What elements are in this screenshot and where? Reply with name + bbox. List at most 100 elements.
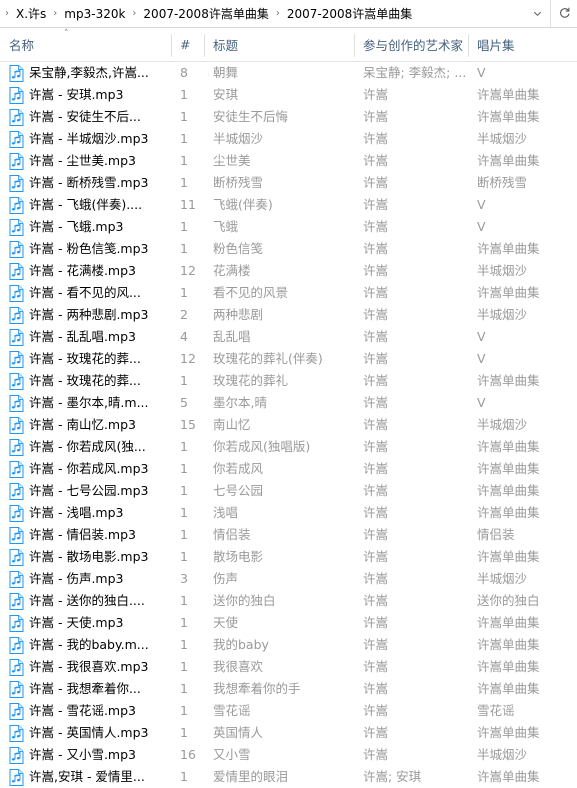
file-row[interactable]: 许嵩 - 情侣装.mp3 1 情侣装 许嵩 情侣装 [0,524,577,546]
file-row[interactable]: 许嵩 - 断桥残雪.mp3 1 断桥残雪 许嵩 断桥残雪 [0,172,577,194]
file-title-cell: 飞蛾 [204,216,354,238]
file-name-cell[interactable]: 许嵩 - 散场电影.mp3 [0,546,171,568]
file-name-label: 许嵩 - 飞蛾(伴奏).... [29,197,143,212]
breadcrumb-item-0[interactable]: X.许s [12,4,50,24]
file-name-cell[interactable]: 许嵩 - 你若成风.mp3 [0,458,171,480]
file-name-cell[interactable]: 许嵩 - 又小雪.mp3 [0,744,171,766]
column-header-track[interactable]: # [171,28,204,61]
file-row[interactable]: 许嵩 - 南山忆.mp3 15 南山忆 许嵩 半城烟沙 [0,414,577,436]
file-name-cell[interactable]: 许嵩 - 安琪.mp3 [0,84,171,106]
file-name-cell[interactable]: 许嵩 - 情侣装.mp3 [0,524,171,546]
file-title-label: 粉色信笺 [213,241,264,256]
file-row[interactable]: 许嵩 - 墨尔本,晴.m... 5 墨尔本,晴 许嵩 V [0,392,577,414]
file-row[interactable]: 许嵩 - 又小雪.mp3 16 又小雪 许嵩 半城烟沙 [0,744,577,766]
file-row[interactable]: 许嵩 - 粉色信笺.mp3 1 粉色信笺 许嵩 许嵩单曲集 [0,238,577,260]
file-row[interactable]: 许嵩 - 安徒生不后... 1 安徒生不后悔 许嵩 许嵩单曲集 [0,106,577,128]
file-row[interactable]: 许嵩 - 散场电影.mp3 1 散场电影 许嵩 许嵩单曲集 [0,546,577,568]
file-row[interactable]: 许嵩 - 飞蛾(伴奏).... 11 飞蛾(伴奏) 许嵩 V [0,194,577,216]
address-bar[interactable]: › X.许s › mp3-320k › 2007-2008许嵩单曲集 › 200… [0,0,577,28]
file-name-cell[interactable]: 许嵩 - 我很喜欢.mp3 [0,656,171,678]
file-name-cell[interactable]: 许嵩 - 安徒生不后... [0,106,171,128]
file-name-cell[interactable]: 许嵩 - 半城烟沙.mp3 [0,128,171,150]
file-name-label: 许嵩 - 浅唱.mp3 [29,505,124,520]
file-name-cell[interactable]: 许嵩 - 墨尔本,晴.m... [0,392,171,414]
file-list[interactable]: 呆宝静,李毅杰,许嵩... 8 朝舞 呆宝静; 李毅杰; ... V 许嵩 - 安琪.mp… [0,62,577,788]
file-track-cell: 5 [171,392,204,414]
file-name-cell[interactable]: 许嵩 - 玫瑰花的葬... [0,348,171,370]
file-track-cell: 1 [171,656,204,678]
file-name-cell[interactable]: 许嵩 - 雪花谣.mp3 [0,700,171,722]
file-row[interactable]: 许嵩 - 玫瑰花的葬... 12 玫瑰花的葬礼(伴奏) 许嵩 V [0,348,577,370]
file-name-label: 许嵩 - 半城烟沙.mp3 [29,131,149,146]
refresh-button[interactable] [550,0,577,27]
file-name-cell[interactable]: 许嵩 - 花满楼.mp3 [0,260,171,282]
file-artist-label: 许嵩 [363,681,389,696]
file-row[interactable]: 许嵩 - 伤声.mp3 3 伤声 许嵩 半城烟沙 [0,568,577,590]
file-name-cell[interactable]: 许嵩 - 你若成风(独... [0,436,171,458]
file-name-cell[interactable]: 许嵩 - 浅唱.mp3 [0,502,171,524]
file-name-cell[interactable]: 许嵩 - 玫瑰花的葬... [0,370,171,392]
file-name-label: 许嵩 - 天使.mp3 [29,615,124,630]
breadcrumb-item-2[interactable]: 2007-2008许嵩单曲集 [139,4,272,24]
file-album-label: 许嵩单曲集 [477,109,540,124]
mp3-file-icon [9,328,24,346]
file-album-cell: V [468,194,577,216]
file-name-cell[interactable]: 许嵩 - 我想牽着你... [0,678,171,700]
file-row[interactable]: 许嵩 - 飞蛾.mp3 1 飞蛾 许嵩 V [0,216,577,238]
column-header-title[interactable]: 标题 [204,28,354,61]
file-name-cell[interactable]: 许嵩 - 飞蛾(伴奏).... [0,194,171,216]
file-row[interactable]: 许嵩 - 我很喜欢.mp3 1 我很喜欢 许嵩 许嵩单曲集 [0,656,577,678]
file-album-cell: 半城烟沙 [468,128,577,150]
file-name-cell[interactable]: 许嵩 - 两种悲剧.mp3 [0,304,171,326]
file-name-cell[interactable]: 呆宝静,李毅杰,许嵩... [0,62,171,84]
file-row[interactable]: 许嵩 - 我想牽着你... 1 我想牽着你的手 许嵩 许嵩单曲集 [0,678,577,700]
file-row[interactable]: 许嵩 - 浅唱.mp3 1 浅唱 许嵩 许嵩单曲集 [0,502,577,524]
file-row[interactable]: 许嵩 - 七号公园.mp3 1 七号公园 许嵩 许嵩单曲集 [0,480,577,502]
file-name-cell[interactable]: 许嵩 - 英国情人.mp3 [0,722,171,744]
file-name-cell[interactable]: 许嵩 - 断桥残雪.mp3 [0,172,171,194]
breadcrumb-separator-3[interactable]: › [273,6,283,22]
breadcrumb-separator-2[interactable]: › [129,6,139,22]
file-row[interactable]: 许嵩 - 尘世美.mp3 1 尘世美 许嵩 许嵩单曲集 [0,150,577,172]
file-name-cell[interactable]: 许嵩 - 飞蛾.mp3 [0,216,171,238]
file-row[interactable]: 许嵩 - 英国情人.mp3 1 英国情人 许嵩 许嵩单曲集 [0,722,577,744]
file-row[interactable]: 许嵩,安琪 - 爱情里... 1 爱情里的眼泪 许嵩; 安琪 许嵩单曲集 [0,766,577,788]
file-row[interactable]: 许嵩 - 天使.mp3 1 天使 许嵩 许嵩单曲集 [0,612,577,634]
column-header-name[interactable]: 名称 ˄ [0,28,171,61]
file-row[interactable]: 呆宝静,李毅杰,许嵩... 8 朝舞 呆宝静; 李毅杰; ... V [0,62,577,84]
file-name-cell[interactable]: 许嵩,安琪 - 爱情里... [0,766,171,788]
file-name-label: 许嵩 - 散场电影.mp3 [29,549,149,564]
file-name-cell[interactable]: 许嵩 - 粉色信笺.mp3 [0,238,171,260]
file-name-cell[interactable]: 许嵩 - 看不见的风... [0,282,171,304]
file-name-cell[interactable]: 许嵩 - 七号公园.mp3 [0,480,171,502]
file-row[interactable]: 许嵩 - 两种悲剧.mp3 2 两种悲剧 许嵩 半城烟沙 [0,304,577,326]
file-row[interactable]: 许嵩 - 玫瑰花的葬... 1 玫瑰花的葬礼 许嵩 许嵩单曲集 [0,370,577,392]
file-row[interactable]: 许嵩 - 雪花谣.mp3 1 雪花谣 许嵩 雪花谣 [0,700,577,722]
file-row[interactable]: 许嵩 - 花满楼.mp3 12 花满楼 许嵩 半城烟沙 [0,260,577,282]
file-name-cell[interactable]: 许嵩 - 送你的独白.... [0,590,171,612]
file-title-label: 我想牽着你的手 [213,681,301,696]
column-header-album[interactable]: 唱片集 [468,28,577,61]
file-row[interactable]: 许嵩 - 送你的独白.... 1 送你的独白 许嵩 送你的独白 [0,590,577,612]
file-row[interactable]: 许嵩 - 安琪.mp3 1 安琪 许嵩 许嵩单曲集 [0,84,577,106]
address-history-dropdown-button[interactable] [524,0,550,27]
breadcrumb-separator-1[interactable]: › [50,6,60,22]
file-track-cell: 1 [171,216,204,238]
file-row[interactable]: 许嵩 - 你若成风(独... 1 你若成风(独唱版) 许嵩 许嵩单曲集 [0,436,577,458]
file-row[interactable]: 许嵩 - 乱乱唱.mp3 4 乱乱唱 许嵩 V [0,326,577,348]
column-header-artist[interactable]: 参与创作的艺术家 [354,28,468,61]
file-name-cell[interactable]: 许嵩 - 尘世美.mp3 [0,150,171,172]
file-row[interactable]: 许嵩 - 我的baby.m... 1 我的baby 许嵩 许嵩单曲集 [0,634,577,656]
file-name-cell[interactable]: 许嵩 - 我的baby.m... [0,634,171,656]
file-album-label: 半城烟沙 [477,417,528,432]
file-name-cell[interactable]: 许嵩 - 天使.mp3 [0,612,171,634]
file-row[interactable]: 许嵩 - 半城烟沙.mp3 1 半城烟沙 许嵩 半城烟沙 [0,128,577,150]
file-name-cell[interactable]: 许嵩 - 乱乱唱.mp3 [0,326,171,348]
breadcrumb-item-3[interactable]: 2007-2008许嵩单曲集 [283,4,416,24]
breadcrumb-item-1[interactable]: mp3-320k [60,4,129,24]
breadcrumb[interactable]: › X.许s › mp3-320k › 2007-2008许嵩单曲集 › 200… [0,0,524,27]
file-row[interactable]: 许嵩 - 你若成风.mp3 1 你若成风 许嵩 许嵩单曲集 [0,458,577,480]
file-name-cell[interactable]: 许嵩 - 南山忆.mp3 [0,414,171,436]
file-name-cell[interactable]: 许嵩 - 伤声.mp3 [0,568,171,590]
file-row[interactable]: 许嵩 - 看不见的风... 1 看不见的风景 许嵩 许嵩单曲集 [0,282,577,304]
